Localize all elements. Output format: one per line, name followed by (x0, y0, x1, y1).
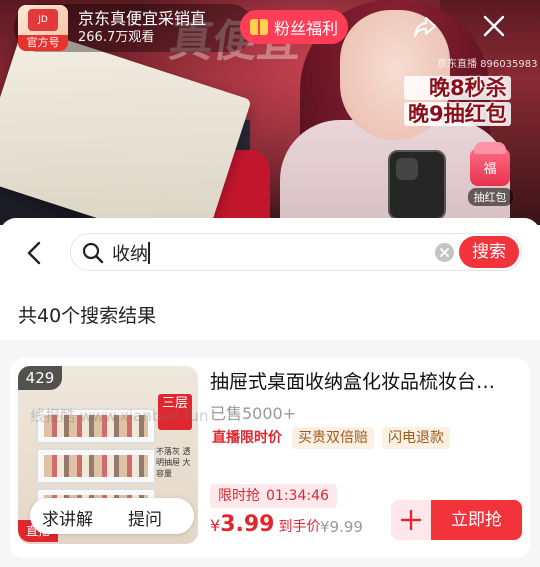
chip-price-guarantee: 买贵双倍赔 (292, 427, 374, 449)
product-rank-badge: 429 (18, 366, 62, 390)
fans-benefit-label: 粉丝福利 (273, 19, 338, 38)
flash-sale-timer: 限时抢 01:34:46 (210, 484, 337, 508)
product-chips: 直播限时价 买贵双倍赔 闪电退款 (210, 427, 450, 449)
red-packet-button[interactable]: 福 抽红包 (462, 142, 518, 210)
plus-icon[interactable] (391, 500, 431, 540)
search-button[interactable]: 搜索 (459, 236, 519, 268)
close-icon[interactable] (481, 12, 507, 40)
sold-count: 已售5000+ (210, 404, 297, 423)
buy-now-button[interactable]: 立即抢 (431, 500, 522, 540)
search-input[interactable] (112, 240, 412, 266)
promo-line-1: 晚8秒杀 (404, 76, 511, 100)
timer-label: 限时抢 (218, 488, 260, 504)
red-packet-label: 抽红包 (467, 188, 513, 206)
back-icon[interactable] (22, 240, 46, 266)
share-icon[interactable] (412, 14, 438, 40)
gift-icon (249, 19, 268, 35)
promo-overlay: 晚8秒杀 晚9抽红包 (404, 76, 511, 128)
request-explain-button[interactable]: 求讲解 (42, 505, 93, 530)
price-suffix: 到手价 (278, 519, 321, 535)
price: ¥3.99 到手价 (210, 512, 320, 537)
chip-live-price: 直播限时价 (210, 427, 284, 449)
ask-question-button[interactable]: 提问 (128, 505, 162, 530)
official-badge: 官方号 (18, 35, 68, 51)
watermark: 线报酷 www.xianbao.fun (30, 407, 209, 425)
text-caret (148, 242, 150, 264)
account-logo[interactable]: JD 官方号 (18, 5, 68, 51)
clear-icon[interactable] (435, 243, 454, 262)
room-id: 京东直播 896035983 (437, 59, 538, 70)
viewer-count: 266.7万观看 (78, 30, 155, 45)
product-title[interactable]: 抽屉式桌面收纳盒化妆品梳妆台… (210, 367, 520, 394)
account-name: 京东真便宜采销直 (78, 9, 207, 28)
result-count: 共40个搜索结果 (18, 305, 157, 327)
phone-prop (388, 150, 446, 220)
red-packet-icon: 福 (470, 142, 510, 186)
price-currency: ¥ (210, 516, 221, 535)
price-value: 3.99 (220, 512, 275, 537)
image-caption: 不落灰 透明抽屉 大容量 (156, 447, 191, 478)
timer-countdown: 01:34:46 (266, 488, 329, 504)
fans-benefit-button[interactable]: 粉丝福利 (240, 10, 348, 44)
account-pill[interactable]: JD 官方号 京东真便宜采销直 266.7万观看 (14, 4, 254, 52)
chip-fast-refund: 闪电退款 (382, 427, 450, 449)
original-price: ¥9.99 (320, 518, 363, 536)
promo-line-2: 晚9抽红包 (404, 102, 511, 126)
search-icon (82, 242, 104, 264)
store-logo-mark: JD (28, 9, 58, 31)
